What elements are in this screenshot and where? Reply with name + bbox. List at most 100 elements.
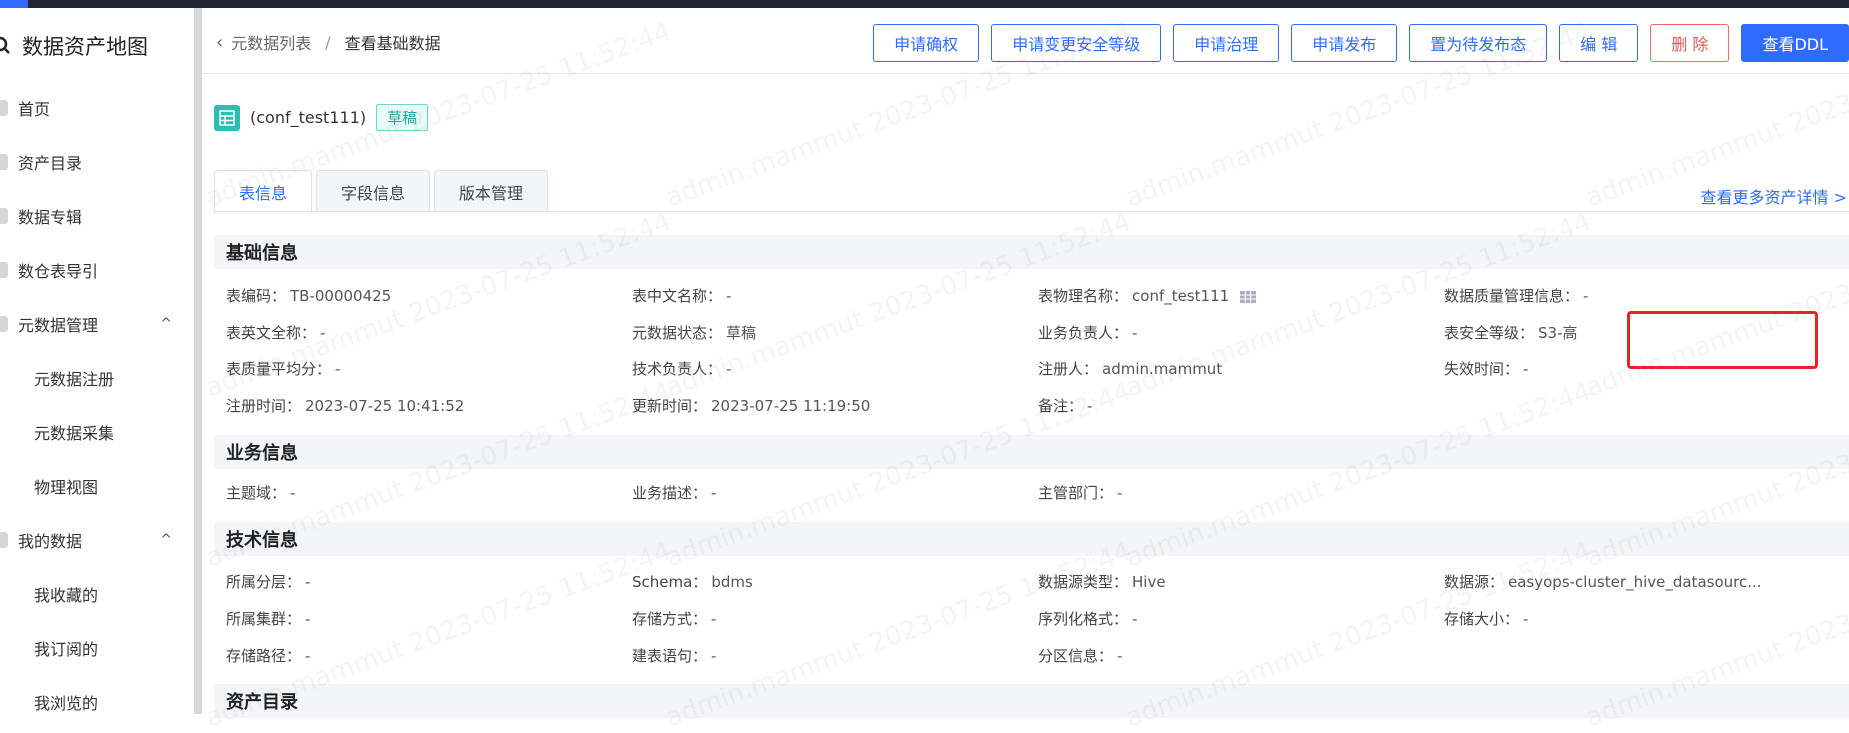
action-toolbar: 申请确权 申请变更安全等级 申请治理 申请发布 置为待发布态 编 辑 删 除 查… (873, 24, 1849, 62)
guide-icon (0, 262, 8, 278)
sidebar-item-label: 我浏览的 (34, 694, 99, 713)
field-dept: 主管部门： - (1038, 484, 1123, 502)
sidebar-item-warehouse-guide[interactable]: 数仓表导引 (0, 250, 190, 290)
tab-field-info[interactable]: 字段信息 (316, 170, 431, 212)
field-tech-owner: 技术负责人： - (632, 360, 732, 378)
tab-underline (214, 211, 1849, 212)
sidebar-item-history[interactable]: 我浏览的 (0, 682, 190, 714)
sidebar-item-physical-view[interactable]: 物理视图 (0, 466, 190, 506)
top-bar-accent (0, 0, 28, 8)
field-biz-desc: 业务描述： - (632, 484, 717, 502)
header-divider (202, 73, 1849, 74)
field-source-type: 数据源类型： Hive (1038, 573, 1166, 591)
field-physical-name: 表物理名称： conf_test111 (1038, 285, 1256, 306)
sidebar-title: 数据资产地图 (0, 24, 148, 68)
field-storage-size: 存储大小： - (1444, 610, 1529, 628)
edit-button[interactable]: 编 辑 (1559, 24, 1639, 62)
apply-ownership-button[interactable]: 申请确权 (873, 24, 980, 62)
tab-table-info[interactable]: 表信息 (214, 170, 313, 213)
home-icon (0, 100, 8, 116)
sidebar-item-albums[interactable]: 数据专辑 (0, 196, 190, 236)
field-storage-path: 存储路径： - (226, 647, 311, 665)
breadcrumb: ‹ 元数据列表 / 查看基础数据 (216, 30, 441, 54)
section-asset-catalog: 资产目录 (214, 684, 1849, 718)
field-register-time: 注册时间： 2023-07-25 10:41:52 (226, 397, 465, 415)
field-registrant: 注册人： admin.mammut (1038, 360, 1223, 378)
apply-publish-button[interactable]: 申请发布 (1291, 24, 1398, 62)
sidebar-item-label: 物理视图 (34, 478, 99, 497)
field-table-code: 表编码： TB-00000425 (226, 287, 392, 305)
metadata-icon (0, 316, 8, 332)
sidebar-item-label: 我收藏的 (34, 586, 99, 605)
tab-version-mgmt[interactable]: 版本管理 (434, 170, 549, 212)
field-serialization: 序列化格式： - (1038, 610, 1138, 628)
table-name: (conf_test111) (250, 108, 367, 127)
top-bar (0, 0, 1849, 8)
catalog-icon (0, 154, 8, 170)
sidebar-item-label: 资产目录 (18, 154, 83, 173)
sidebar-item-label: 首页 (18, 100, 51, 119)
search-icon (0, 36, 10, 54)
section-technical-info: 技术信息 (214, 522, 1849, 556)
grid-icon[interactable] (1239, 290, 1256, 303)
security-level-highlight (1627, 311, 1818, 369)
field-update-time: 更新时间： 2023-07-25 11:19:50 (632, 397, 871, 415)
chevron-up-icon: ^ (160, 532, 172, 548)
chevron-up-icon: ^ (160, 316, 172, 332)
field-cluster: 所属集群： - (226, 610, 311, 628)
field-meta-status: 元数据状态： 草稿 (632, 324, 757, 342)
sidebar-item-label: 我订阅的 (34, 640, 99, 659)
chevron-left-icon[interactable]: ‹ (216, 32, 223, 53)
sidebar-item-subscriptions[interactable]: 我订阅的 (0, 628, 190, 668)
sidebar-item-label: 元数据管理 (18, 316, 99, 335)
sidebar-item-label: 数仓表导引 (18, 262, 99, 281)
field-subject-domain: 主题域： - (226, 484, 296, 502)
sidebar-item-label: 我的数据 (18, 532, 83, 551)
apply-governance-button[interactable]: 申请治理 (1173, 24, 1280, 62)
my-data-icon (0, 532, 8, 548)
field-datasource: 数据源： easyops-cluster_hive_datasourc... (1444, 573, 1762, 591)
set-pending-button[interactable]: 置为待发布态 (1409, 24, 1548, 62)
field-security-level: 表安全等级： S3-高 (1444, 324, 1578, 342)
view-ddl-button[interactable]: 查看DDL (1741, 24, 1849, 62)
tab-bar: 表信息 字段信息 版本管理 (214, 170, 549, 213)
delete-button[interactable]: 删 除 (1650, 24, 1730, 62)
sidebar-item-label: 元数据注册 (34, 370, 115, 389)
sidebar-title-text: 数据资产地图 (22, 35, 148, 59)
table-icon (214, 104, 240, 131)
field-remark: 备注： - (1038, 397, 1093, 415)
sidebar-item-label: 元数据采集 (34, 424, 115, 443)
field-schema: Schema： bdms (632, 573, 753, 591)
sidebar: 数据资产地图 首页 资产目录 数据专辑 数仓表导引 元数据管理 ^ 元数据注册 元… (0, 8, 196, 714)
sidebar-item-favorites[interactable]: 我收藏的 (0, 574, 190, 614)
field-en-full-name: 表英文全称： - (226, 324, 326, 342)
field-quality-info: 数据质量管理信息： - (1444, 287, 1589, 305)
field-biz-owner: 业务负责人： - (1038, 324, 1138, 342)
field-layer: 所属分层： - (226, 573, 311, 591)
table-title-row: (conf_test111) 草稿 (214, 104, 429, 131)
sidebar-item-metadata-register[interactable]: 元数据注册 (0, 358, 190, 398)
sidebar-item-asset-catalog[interactable]: 资产目录 (0, 142, 190, 182)
field-cn-name: 表中文名称： - (632, 287, 732, 305)
field-ddl: 建表语句： - (632, 647, 717, 665)
field-quality-avg: 表质量平均分： - (226, 360, 341, 378)
breadcrumb-parent[interactable]: 元数据列表 (231, 30, 311, 54)
album-icon (0, 208, 8, 224)
field-storage-mode: 存储方式： - (632, 610, 717, 628)
field-expire-time: 失效时间： - (1444, 360, 1529, 378)
main-content: ‹ 元数据列表 / 查看基础数据 申请确权 申请变更安全等级 申请治理 申请发布… (202, 8, 1849, 733)
status-badge: 草稿 (376, 104, 429, 131)
apply-security-change-button[interactable]: 申请变更安全等级 (991, 24, 1162, 62)
sidebar-item-metadata-collect[interactable]: 元数据采集 (0, 412, 190, 452)
more-asset-details-link[interactable]: 查看更多资产详情 > (1701, 184, 1848, 208)
sidebar-item-my-data[interactable]: 我的数据 ^ (0, 520, 190, 560)
field-partition: 分区信息： - (1038, 647, 1123, 665)
section-basic-info: 基础信息 (214, 235, 1849, 269)
sidebar-scrollbar[interactable] (194, 8, 202, 714)
section-business-info: 业务信息 (214, 435, 1849, 469)
sidebar-item-home[interactable]: 首页 (0, 88, 190, 128)
sidebar-item-label: 数据专辑 (18, 208, 83, 227)
breadcrumb-current: 查看基础数据 (344, 34, 441, 53)
sidebar-item-metadata-mgmt[interactable]: 元数据管理 ^ (0, 304, 190, 344)
breadcrumb-separator: / (325, 32, 331, 52)
